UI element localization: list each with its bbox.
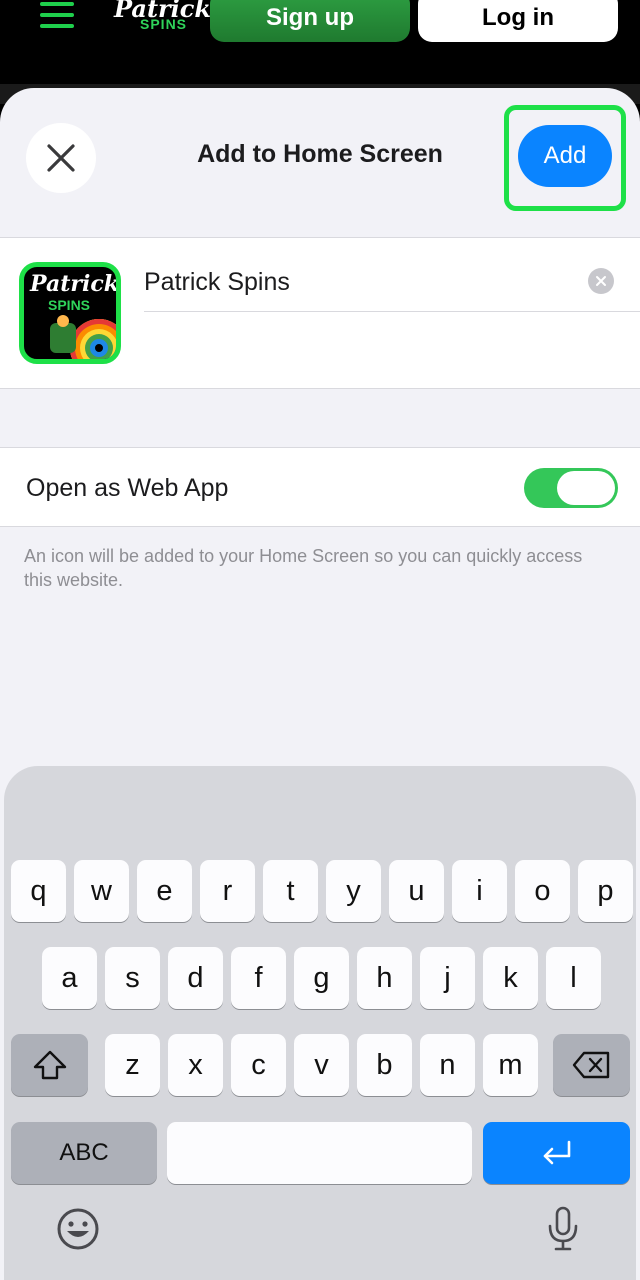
key-e[interactable]: e [137, 860, 192, 922]
web-app-label: Open as Web App [26, 474, 229, 502]
microphone-icon [548, 1206, 578, 1251]
web-app-toggle[interactable] [524, 468, 618, 508]
key-j[interactable]: j [420, 947, 475, 1009]
emoji-icon [57, 1208, 99, 1250]
key-u[interactable]: u [389, 860, 444, 922]
key-l[interactable]: l [546, 947, 601, 1009]
add-button[interactable]: Add [518, 125, 612, 187]
key-c[interactable]: c [231, 1034, 286, 1096]
return-key[interactable] [483, 1122, 630, 1184]
app-icon-line1: Patrick [30, 271, 119, 297]
key-m[interactable]: m [483, 1034, 538, 1096]
key-g[interactable]: g [294, 947, 349, 1009]
key-d[interactable]: d [168, 947, 223, 1009]
site-header: Patrick SPINS Sign up Log in [0, 0, 640, 104]
app-icon-line2: SPINS [48, 297, 91, 313]
key-n[interactable]: n [420, 1034, 475, 1096]
footnote-text: An icon will be added to your Home Scree… [24, 546, 583, 590]
key-h[interactable]: h [357, 947, 412, 1009]
key-r[interactable]: r [200, 860, 255, 922]
key-z[interactable]: z [105, 1034, 160, 1096]
emoji-button[interactable] [53, 1204, 103, 1254]
return-icon [543, 1140, 570, 1165]
key-s[interactable]: s [105, 947, 160, 1009]
key-w[interactable]: w [74, 860, 129, 922]
site-logo-line2: SPINS [140, 16, 188, 32]
shift-icon [33, 1050, 66, 1080]
key-p[interactable]: p [578, 860, 633, 922]
key-o[interactable]: o [515, 860, 570, 922]
clear-text-button[interactable] [588, 268, 614, 294]
key-f[interactable]: f [231, 947, 286, 1009]
signup-button[interactable]: Sign up [210, 0, 410, 42]
key-i[interactable]: i [452, 860, 507, 922]
menu-icon[interactable] [40, 2, 74, 28]
leprechaun-graphic [50, 315, 76, 353]
space-key[interactable] [167, 1122, 472, 1184]
app-name-section: Patrick SPINS Patrick Spins [0, 237, 640, 389]
key-b[interactable]: b [357, 1034, 412, 1096]
shift-key[interactable] [11, 1034, 88, 1096]
key-v[interactable]: v [294, 1034, 349, 1096]
delete-key[interactable] [553, 1034, 630, 1096]
site-logo[interactable]: Patrick SPINS [100, 0, 211, 34]
key-a[interactable]: a [42, 947, 97, 1009]
app-name-input[interactable]: Patrick Spins [144, 268, 640, 312]
login-button[interactable]: Log in [418, 0, 618, 42]
key-q[interactable]: q [11, 860, 66, 922]
key-t[interactable]: t [263, 860, 318, 922]
key-y[interactable]: y [326, 860, 381, 922]
toggle-knob [557, 471, 615, 505]
open-as-web-app-row: Open as Web App [0, 447, 640, 527]
backspace-icon [572, 1051, 609, 1079]
dictation-button[interactable] [538, 1204, 588, 1254]
keyboard: qwertyuiop asdfghjkl zxcvbnm ABC [4, 766, 636, 1280]
clear-icon [596, 276, 606, 286]
key-k[interactable]: k [483, 947, 538, 1009]
app-icon: Patrick SPINS [19, 262, 121, 364]
key-x[interactable]: x [168, 1034, 223, 1096]
abc-key[interactable]: ABC [11, 1122, 157, 1184]
